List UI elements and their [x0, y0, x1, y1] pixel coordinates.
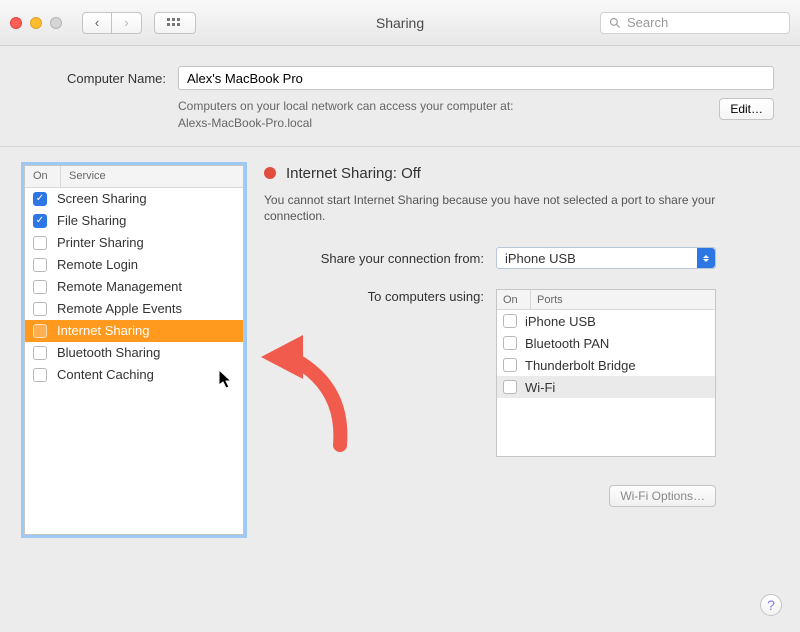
titlebar: ‹ › Sharing Search: [0, 0, 800, 46]
ports-header-on: On: [497, 290, 531, 309]
service-row[interactable]: Printer Sharing: [25, 232, 243, 254]
show-all-button[interactable]: [154, 12, 196, 34]
port-checkbox[interactable]: [503, 380, 517, 394]
services-header-on: On: [25, 166, 61, 187]
share-from-label: Share your connection from:: [264, 251, 484, 266]
services-list[interactable]: On Service Screen Sharing File Sharing Pri…: [24, 165, 244, 535]
window-traffic-lights: [10, 17, 62, 29]
port-checkbox[interactable]: [503, 358, 517, 372]
nav-buttons: ‹ ›: [82, 12, 142, 34]
service-row[interactable]: Remote Apple Events: [25, 298, 243, 320]
service-label: Content Caching: [57, 367, 154, 382]
service-label: Internet Sharing: [57, 323, 150, 338]
service-row[interactable]: Remote Login: [25, 254, 243, 276]
status-title: Internet Sharing: Off: [286, 165, 421, 182]
computer-name-hint: Computers on your local network can acce…: [178, 98, 513, 132]
back-button[interactable]: ‹: [82, 12, 112, 34]
port-checkbox[interactable]: [503, 314, 517, 328]
service-row[interactable]: Content Caching: [25, 364, 243, 386]
close-icon[interactable]: [10, 17, 22, 29]
ports-header: On Ports: [497, 290, 715, 310]
port-row[interactable]: Wi-Fi: [497, 376, 715, 398]
maximize-icon: [50, 17, 62, 29]
grid-icon: [167, 18, 183, 28]
service-row[interactable]: Internet Sharing: [25, 320, 243, 342]
computer-name-section: Computer Name: Computers on your local n…: [0, 46, 800, 147]
service-label: Remote Management: [57, 279, 182, 294]
minimize-icon[interactable]: [30, 17, 42, 29]
port-label: iPhone USB: [525, 314, 596, 329]
service-label: File Sharing: [57, 213, 126, 228]
service-checkbox[interactable]: [33, 258, 47, 272]
service-checkbox[interactable]: [33, 280, 47, 294]
hint-line-2: Alexs-MacBook-Pro.local: [178, 115, 513, 132]
service-label: Bluetooth Sharing: [57, 345, 160, 360]
sharing-lower: On Service Screen Sharing File Sharing Pri…: [0, 147, 800, 627]
ports-header-ports: Ports: [531, 290, 715, 309]
share-from-select[interactable]: iPhone USB: [496, 247, 716, 269]
service-row[interactable]: Bluetooth Sharing: [25, 342, 243, 364]
services-header-service: Service: [61, 166, 243, 187]
port-row[interactable]: Thunderbolt Bridge: [497, 354, 715, 376]
port-checkbox[interactable]: [503, 336, 517, 350]
service-label: Remote Apple Events: [57, 301, 182, 316]
search-placeholder: Search: [627, 15, 668, 30]
service-label: Remote Login: [57, 257, 138, 272]
computer-name-label: Computer Name:: [26, 71, 166, 86]
service-checkbox[interactable]: [33, 368, 47, 382]
port-row[interactable]: iPhone USB: [497, 310, 715, 332]
service-checkbox[interactable]: [33, 236, 47, 250]
status-dot-icon: [264, 167, 276, 179]
hint-line-1: Computers on your local network can acce…: [178, 98, 513, 115]
share-from-value: iPhone USB: [505, 251, 576, 266]
service-checkbox[interactable]: [33, 214, 47, 228]
search-input[interactable]: Search: [600, 12, 790, 34]
status-description: You cannot start Internet Sharing becaus…: [264, 192, 724, 226]
sharing-detail: Internet Sharing: Off You cannot start I…: [264, 165, 776, 607]
ports-list[interactable]: On Ports iPhone USB Bluetooth PAN Thunderb…: [496, 289, 716, 457]
wifi-options-button[interactable]: Wi-Fi Options…: [609, 485, 716, 507]
service-row[interactable]: Screen Sharing: [25, 188, 243, 210]
port-row[interactable]: Bluetooth PAN: [497, 332, 715, 354]
service-checkbox[interactable]: [33, 302, 47, 316]
port-label: Thunderbolt Bridge: [525, 358, 636, 373]
services-header: On Service: [25, 166, 243, 188]
service-label: Screen Sharing: [57, 191, 147, 206]
service-row[interactable]: File Sharing: [25, 210, 243, 232]
window-title: Sharing: [376, 15, 424, 31]
edit-button[interactable]: Edit…: [719, 98, 774, 120]
port-label: Bluetooth PAN: [525, 336, 609, 351]
computer-name-input[interactable]: [178, 66, 774, 90]
search-icon: [609, 17, 621, 29]
forward-button: ›: [112, 12, 142, 34]
port-label: Wi-Fi: [525, 380, 555, 395]
service-checkbox[interactable]: [33, 324, 47, 338]
help-button[interactable]: ?: [760, 594, 782, 616]
to-computers-label: To computers using:: [264, 289, 484, 304]
service-checkbox[interactable]: [33, 192, 47, 206]
service-label: Printer Sharing: [57, 235, 144, 250]
service-checkbox[interactable]: [33, 346, 47, 360]
dropdown-icon: [697, 248, 715, 268]
service-row[interactable]: Remote Management: [25, 276, 243, 298]
